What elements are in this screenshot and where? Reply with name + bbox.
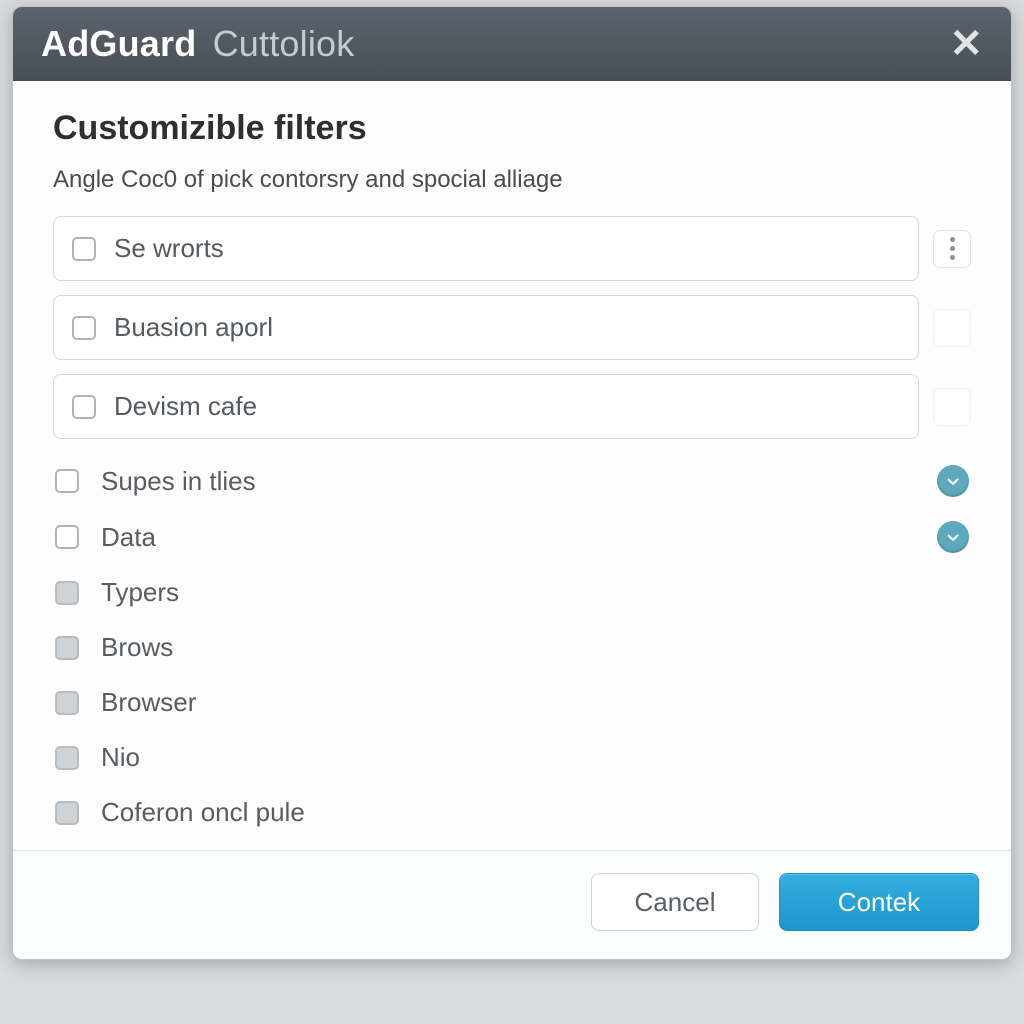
expand-badge[interactable] xyxy=(937,521,969,553)
checkbox-icon[interactable] xyxy=(72,316,96,340)
checkbox-icon[interactable] xyxy=(55,746,79,770)
expand-badge[interactable] xyxy=(937,465,969,497)
filter-label: Buasion aporl xyxy=(114,312,273,343)
filter-label: Nio xyxy=(101,742,140,773)
filter-label: Devism cafe xyxy=(114,391,257,422)
filter-item-supes-in-tlies[interactable]: Supes in tlies xyxy=(53,453,971,509)
filter-item-data[interactable]: Data xyxy=(53,509,971,565)
filter-label: Data xyxy=(101,522,156,553)
filter-label: Brows xyxy=(101,632,173,663)
side-placeholder-icon xyxy=(933,388,971,426)
chevron-down-icon xyxy=(945,529,961,545)
more-options-button[interactable] xyxy=(933,230,971,268)
chevron-down-icon xyxy=(945,473,961,489)
close-icon[interactable]: ✕ xyxy=(949,24,983,64)
filter-label: Typers xyxy=(101,577,179,608)
filter-plain-list: Supes in tlies Data Typers B xyxy=(53,453,971,840)
filter-item-nio[interactable]: Nio xyxy=(53,730,971,785)
filter-item-typers[interactable]: Typers xyxy=(53,565,971,620)
kebab-icon xyxy=(950,237,955,260)
checkbox-icon[interactable] xyxy=(55,691,79,715)
checkbox-icon[interactable] xyxy=(55,801,79,825)
filter-boxed-row: Buasion aporl xyxy=(53,295,971,360)
dialog-footer: Cancel Contek xyxy=(13,850,1011,959)
checkbox-icon[interactable] xyxy=(55,525,79,549)
filter-item-browser[interactable]: Browser xyxy=(53,675,971,730)
titlebar: AdGuard Cuttoliok ✕ xyxy=(13,7,1011,81)
side-placeholder-icon xyxy=(933,309,971,347)
window-subtitle: Cuttoliok xyxy=(213,23,355,64)
checkbox-icon[interactable] xyxy=(55,581,79,605)
filter-item-brows[interactable]: Brows xyxy=(53,620,971,675)
app-name: AdGuard xyxy=(41,23,196,64)
filter-label: Se wrorts xyxy=(114,233,224,264)
dialog-body: Customizible filters Angle Coc0 of pick … xyxy=(13,81,1011,850)
dialog-window: AdGuard Cuttoliok ✕ Customizible filters… xyxy=(12,6,1012,960)
filter-label: Coferon oncl pule xyxy=(101,797,305,828)
filter-item-devism-cafe[interactable]: Devism cafe xyxy=(53,374,919,439)
checkbox-icon[interactable] xyxy=(72,237,96,261)
section-heading: Customizible filters xyxy=(53,109,971,148)
filter-item-coferon-oncl-pule[interactable]: Coferon oncl pule xyxy=(53,785,971,840)
filter-label: Browser xyxy=(101,687,196,718)
filter-boxed-row: Devism cafe xyxy=(53,374,971,439)
window-title: AdGuard Cuttoliok xyxy=(41,23,354,65)
section-description: Angle Coc0 of pick contorsry and spocial… xyxy=(53,166,971,194)
filter-label: Supes in tlies xyxy=(101,466,256,497)
filter-item-buasion-aporl[interactable]: Buasion aporl xyxy=(53,295,919,360)
filter-item-se-wrorts[interactable]: Se wrorts xyxy=(53,216,919,281)
checkbox-icon[interactable] xyxy=(55,469,79,493)
cancel-button[interactable]: Cancel xyxy=(591,873,759,931)
confirm-button[interactable]: Contek xyxy=(779,873,979,931)
checkbox-icon[interactable] xyxy=(72,395,96,419)
filter-boxed-row: Se wrorts xyxy=(53,216,971,281)
checkbox-icon[interactable] xyxy=(55,636,79,660)
